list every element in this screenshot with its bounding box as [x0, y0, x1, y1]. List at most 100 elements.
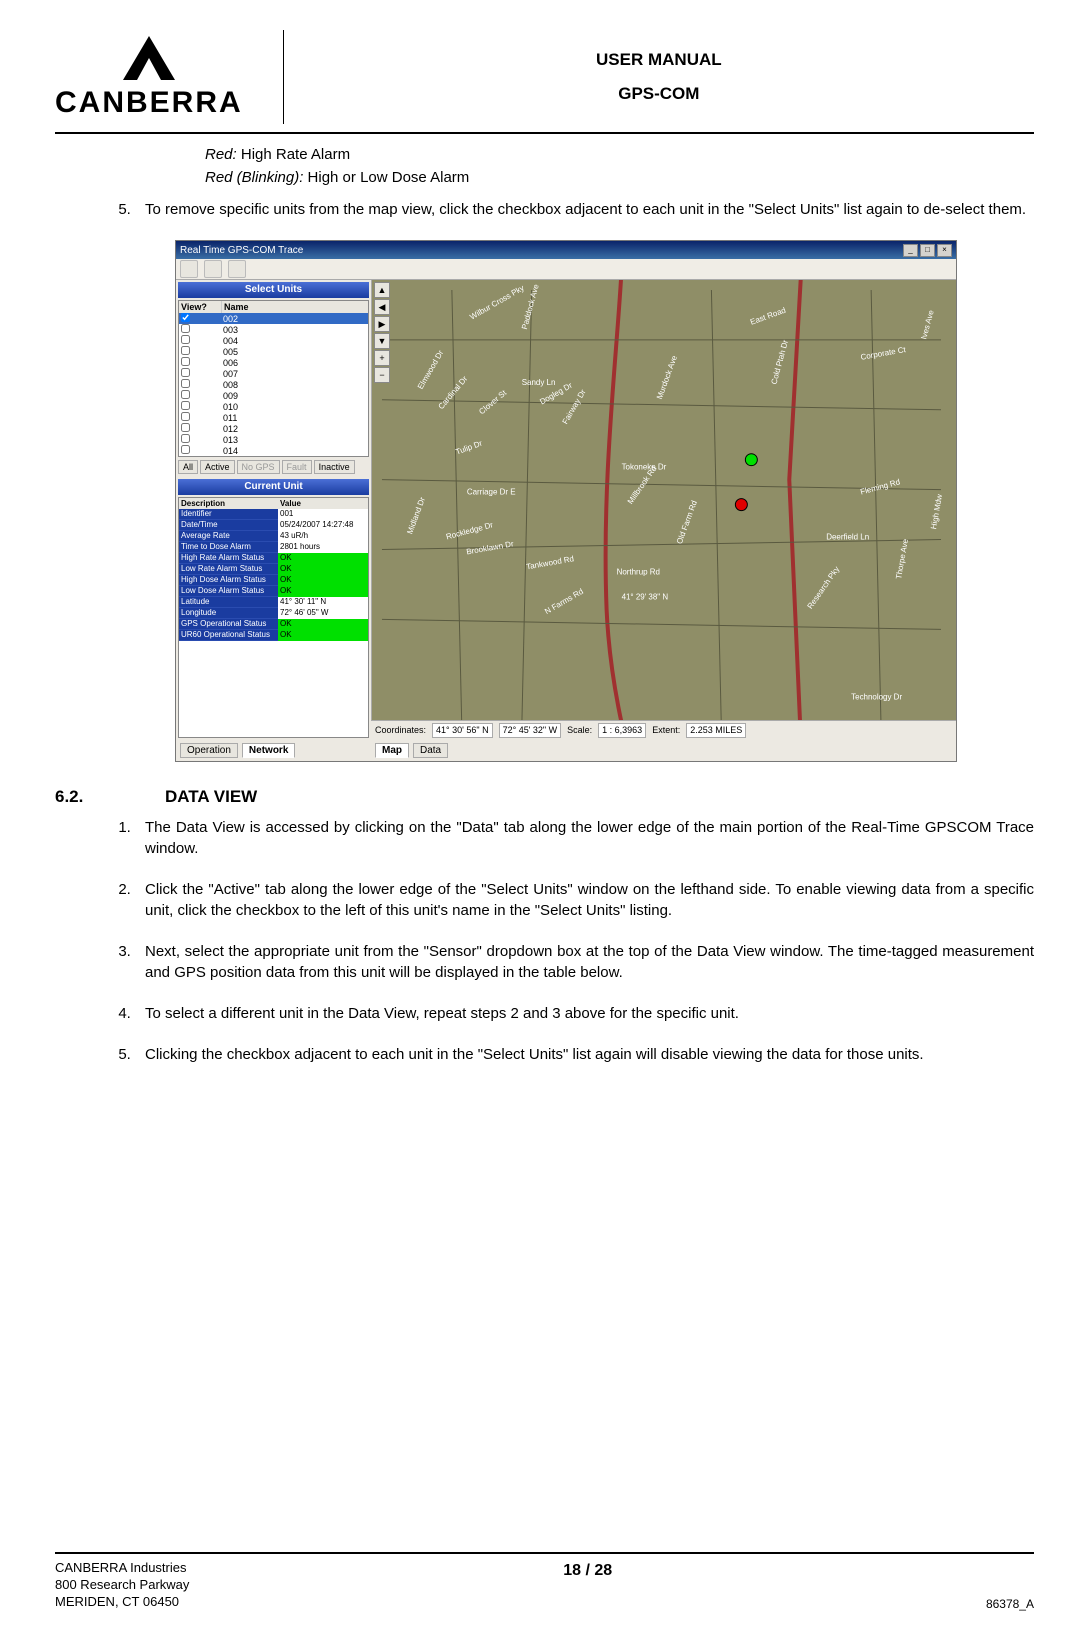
unit-checkbox[interactable]: [181, 423, 190, 432]
red-blink-text: High or Low Dose Alarm: [303, 169, 469, 186]
cu-value: OK: [278, 586, 368, 597]
unit-checkbox[interactable]: [181, 412, 190, 421]
pan-down-icon[interactable]: ▼: [374, 333, 390, 349]
unit-checkbox[interactable]: [181, 313, 190, 322]
filter-active[interactable]: Active: [200, 460, 235, 474]
unit-row[interactable]: 009: [179, 390, 368, 401]
filter-buttons: All Active No GPS Fault Inactive: [178, 460, 369, 474]
close-button[interactable]: ×: [937, 244, 952, 257]
status-scale: 1 : 6,3963: [598, 723, 646, 738]
toolbar-globe-icon[interactable]: [204, 260, 222, 278]
unit-row[interactable]: 004: [179, 335, 368, 346]
logo-text: CANBERRA: [55, 86, 243, 120]
unit-row[interactable]: 014: [179, 445, 368, 456]
map-canvas[interactable]: 41° 29' 38" N Wilbur Cross Pky Elmwood D…: [372, 280, 956, 739]
unit-row[interactable]: 006: [179, 357, 368, 368]
gps-unit-marker[interactable]: [745, 454, 757, 466]
red-blink-label: Red (Blinking):: [205, 169, 303, 186]
cu-value: 05/24/2007 14:27:48: [278, 520, 368, 531]
tab-operation[interactable]: Operation: [180, 743, 238, 758]
unit-name: 012: [221, 424, 368, 434]
tab-data[interactable]: Data: [413, 743, 448, 758]
unit-checkbox[interactable]: [181, 401, 190, 410]
unit-row[interactable]: 007: [179, 368, 368, 379]
unit-row[interactable]: 010: [179, 401, 368, 412]
cu-desc: High Dose Alarm Status: [179, 575, 278, 586]
app-screenshot: Real Time GPS-COM Trace _ □ × Select Uni…: [175, 240, 957, 762]
unit-row[interactable]: 003: [179, 324, 368, 335]
unit-checkbox[interactable]: [181, 434, 190, 443]
cu-row: High Rate Alarm StatusOK: [179, 553, 368, 564]
cu-value: 2801 hours: [278, 542, 368, 553]
scale-label: Scale:: [567, 725, 592, 735]
unit-row[interactable]: 012: [179, 423, 368, 434]
cu-value: 41° 30' 11" N: [278, 597, 368, 608]
col-name: Name: [222, 301, 368, 313]
toolbar-print-icon[interactable]: [228, 260, 246, 278]
unit-checkbox[interactable]: [181, 335, 190, 344]
unit-row[interactable]: 013: [179, 434, 368, 445]
filter-inactive[interactable]: Inactive: [314, 460, 355, 474]
zoom-out-icon[interactable]: −: [374, 367, 390, 383]
filter-all[interactable]: All: [178, 460, 198, 474]
cu-row: Low Rate Alarm StatusOK: [179, 564, 368, 575]
cu-col-desc: Description: [179, 498, 278, 509]
tab-network[interactable]: Network: [242, 743, 295, 758]
unit-checkbox[interactable]: [181, 324, 190, 333]
cu-desc: UR60 Operational Status: [179, 630, 278, 641]
section-heading: 6.2. DATA VIEW: [55, 787, 1034, 807]
tab-map[interactable]: Map: [375, 743, 409, 758]
pan-left-icon[interactable]: ◀: [374, 299, 390, 315]
unit-name: 009: [221, 391, 368, 401]
red-text: High Rate Alarm: [237, 146, 350, 163]
doc-title: USER MANUAL: [284, 43, 1034, 77]
cu-row: GPS Operational StatusOK: [179, 619, 368, 630]
page-footer: CANBERRA Industries 800 Research Parkway…: [55, 1552, 1034, 1611]
select-units-list[interactable]: View? Name 00200300400500600700800901001…: [178, 300, 369, 457]
zoom-in-icon[interactable]: +: [374, 350, 390, 366]
unit-row[interactable]: 011: [179, 412, 368, 423]
map-nav-controls[interactable]: ▲ ◀ ▶ ▼ + −: [374, 282, 390, 383]
unit-row[interactable]: 002: [179, 313, 368, 324]
cu-value: 001: [278, 509, 368, 520]
logo: CANBERRA: [55, 30, 284, 124]
cu-value: OK: [278, 553, 368, 564]
footer-addr2: MERIDEN, CT 06450: [55, 1594, 189, 1611]
unit-checkbox[interactable]: [181, 368, 190, 377]
cu-value: 43 uR/h: [278, 531, 368, 542]
pan-right-icon[interactable]: ▶: [374, 316, 390, 332]
unit-checkbox[interactable]: [181, 379, 190, 388]
pan-up-icon[interactable]: ▲: [374, 282, 390, 298]
data-view-steps: The Data View is accessed by clicking on…: [90, 817, 1034, 1065]
cu-value: OK: [278, 564, 368, 575]
cu-row: Identifier001: [179, 509, 368, 520]
page-header: CANBERRA USER MANUAL GPS-COM: [55, 30, 1034, 134]
cu-desc: Time to Dose Alarm: [179, 542, 278, 553]
filter-nogps[interactable]: No GPS: [237, 460, 280, 474]
svg-text:41° 29' 38" N: 41° 29' 38" N: [622, 592, 669, 601]
cu-col-val: Value: [278, 498, 368, 509]
status-extent: 2.253 MILES: [686, 723, 746, 738]
svg-text:Northrup Rd: Northrup Rd: [617, 567, 660, 576]
toolbar-save-icon[interactable]: [180, 260, 198, 278]
maximize-button[interactable]: □: [920, 244, 935, 257]
gps-unit-marker-alarm[interactable]: [735, 499, 747, 511]
unit-checkbox[interactable]: [181, 390, 190, 399]
filter-fault[interactable]: Fault: [282, 460, 312, 474]
page-number: 18 / 28: [563, 1560, 612, 1580]
unit-row[interactable]: 005: [179, 346, 368, 357]
unit-name: 015: [221, 457, 368, 458]
unit-checkbox[interactable]: [181, 346, 190, 355]
unit-row[interactable]: 008: [179, 379, 368, 390]
unit-checkbox[interactable]: [181, 456, 190, 457]
dv-step-5: Clicking the checkbox adjacent to each u…: [135, 1044, 1034, 1065]
unit-checkbox[interactable]: [181, 445, 190, 454]
cu-value: OK: [278, 575, 368, 586]
unit-row[interactable]: 015: [179, 456, 368, 457]
map-area[interactable]: 41° 29' 38" N Wilbur Cross Pky Elmwood D…: [372, 280, 956, 740]
unit-checkbox[interactable]: [181, 357, 190, 366]
svg-text:Deerfield Ln: Deerfield Ln: [826, 533, 869, 542]
unit-name: 007: [221, 369, 368, 379]
toolbar: [176, 259, 956, 280]
minimize-button[interactable]: _: [903, 244, 918, 257]
